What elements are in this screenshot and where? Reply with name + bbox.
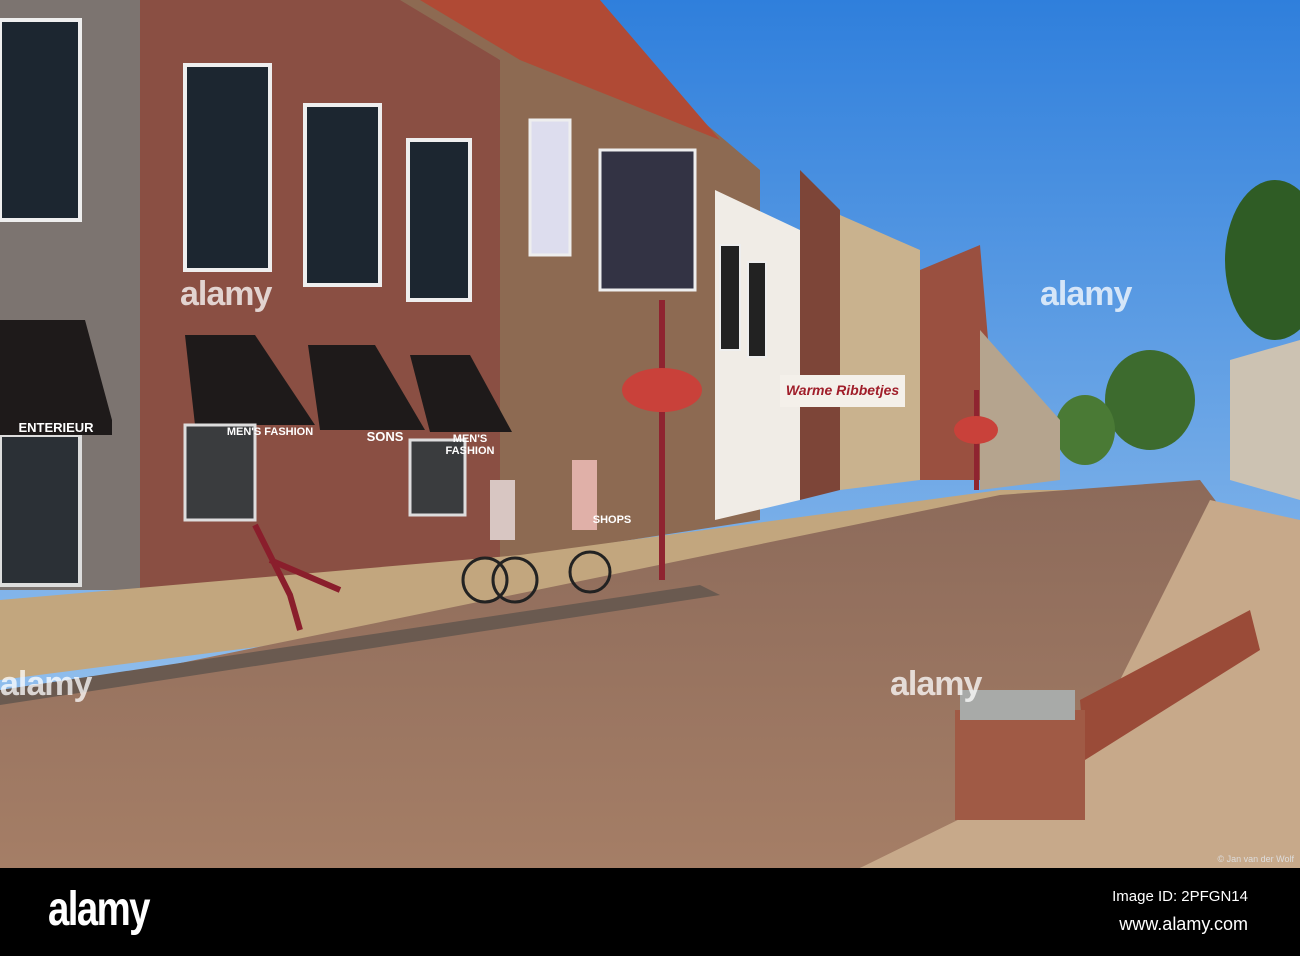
watermark: alamy <box>890 665 982 703</box>
watermark: alamy <box>0 665 92 703</box>
image-id: Image ID: 2PFGN14 <box>1112 888 1248 905</box>
street-scene <box>0 0 1300 868</box>
pillar <box>955 710 1085 820</box>
building <box>840 215 920 490</box>
person <box>490 480 515 540</box>
building-gable <box>800 170 840 500</box>
sign-mens-fashion: MEN'S FASHION <box>226 426 314 438</box>
sign-mens-fashion-2: MEN'S FASHION <box>445 433 495 457</box>
footer-bar: alamy Image ID: 2PFGN14 www.alamy.com <box>0 868 1300 956</box>
tree <box>1105 350 1195 450</box>
banner-text: Warme Ribbetjes <box>785 382 900 398</box>
flower-basket <box>622 368 702 412</box>
street-photo: ENTERIEUR MEN'S FASHION SONS MEN'S FASHI… <box>0 0 1300 868</box>
lamp-post <box>659 300 665 580</box>
sign-shops: SHOPS <box>592 514 632 526</box>
building-right <box>1230 340 1300 500</box>
watermark: alamy <box>1040 275 1132 313</box>
flower-basket <box>954 416 998 444</box>
alamy-logo: alamy <box>48 883 150 936</box>
sign-interieur: ENTERIEUR <box>0 420 112 435</box>
sign-sons: SONS <box>366 429 404 444</box>
site-url: www.alamy.com <box>1119 914 1248 934</box>
watermark: alamy <box>180 275 272 313</box>
photo-credit: © Jan van der Wolf <box>1217 854 1295 864</box>
tree <box>1055 395 1115 465</box>
